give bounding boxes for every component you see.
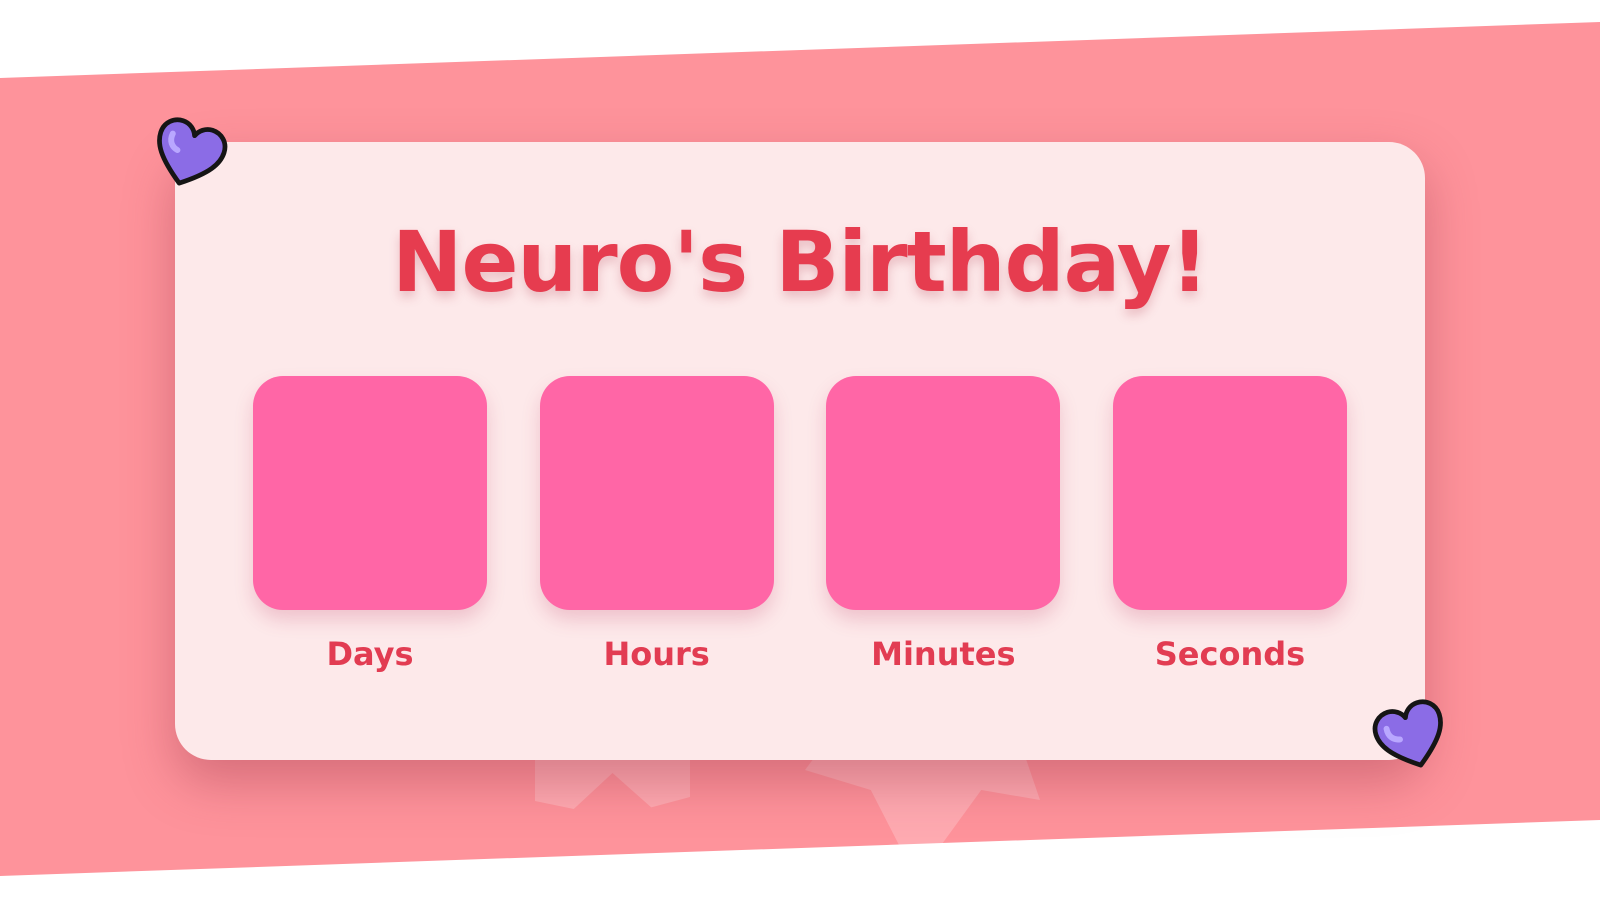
page-title: Neuro's Birthday! [392,213,1209,311]
countdown-card: Neuro's Birthday! Days Hours Minutes Sec… [175,142,1425,760]
countdown-unit-days: Days [253,376,487,696]
countdown-unit-seconds: Seconds [1112,376,1347,696]
countdown-label-hours: Hours [603,635,710,673]
countdown-box-hours [539,376,774,610]
countdown-box-days [253,376,487,610]
countdown-label-days: Days [326,635,414,673]
page-stage: Neuro's Birthday! Days Hours Minutes Sec… [0,0,1600,900]
countdown-label-minutes: Minutes [871,635,1016,673]
countdown-label-seconds: Seconds [1154,635,1306,673]
countdown-units: Days Hours Minutes Seconds [253,376,1347,696]
countdown-box-minutes [826,376,1061,610]
countdown-unit-minutes: Minutes [826,376,1061,696]
countdown-box-seconds [1112,376,1347,610]
countdown-unit-hours: Hours [539,376,774,696]
